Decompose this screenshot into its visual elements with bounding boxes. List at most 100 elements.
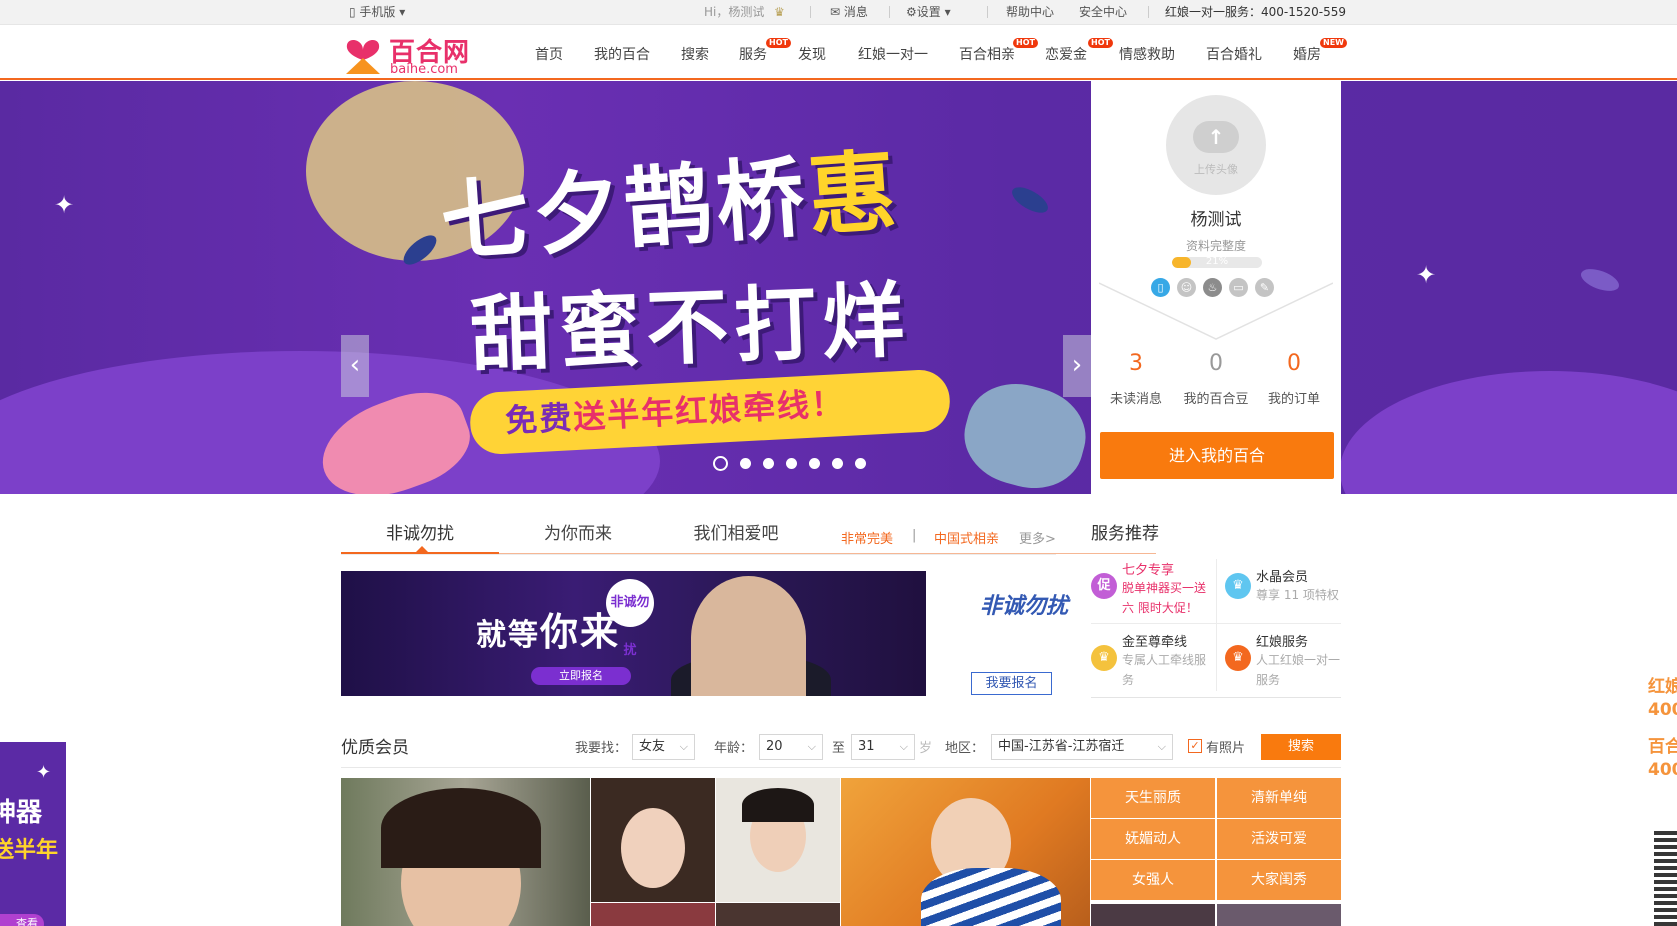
- security-link[interactable]: 安全中心: [1079, 5, 1127, 19]
- banner-title-line2: 甜蜜不打烊: [468, 273, 912, 384]
- avatar-upload-label: 上传头像: [1194, 163, 1238, 176]
- nav-love-fund[interactable]: 恋爱金: [1045, 44, 1087, 64]
- page: ▯ 手机版 ▾ Hi，杨测试 ♛ ✉ 消息 ⚙设置 ▾ 帮助中心 安全中心 红娘…: [0, 0, 1677, 926]
- settings-menu[interactable]: ⚙设置 ▾: [906, 5, 951, 19]
- stat-number: 3: [1129, 351, 1143, 376]
- pagination-dot[interactable]: [855, 458, 866, 469]
- service-qixi[interactable]: 促 七夕专享 脱单神器买一送六 限时大促！: [1091, 553, 1216, 623]
- messages-link[interactable]: ✉ 消息: [830, 5, 868, 19]
- magpie-illustration: [1578, 264, 1622, 296]
- mobile-version-link[interactable]: ▯ 手机版 ▾: [349, 5, 405, 19]
- signup-button[interactable]: 我要报名: [971, 672, 1052, 695]
- service-gold-matchmaking[interactable]: ♛ 金至尊牵线 专属人工牵线服务: [1091, 625, 1216, 695]
- nav-relationship-help[interactable]: 情感救助: [1119, 44, 1175, 64]
- service-matchmaker[interactable]: ♛ 红娘服务 人工红娘一对一服务: [1225, 625, 1350, 695]
- education-verify-icon[interactable]: ✎: [1255, 278, 1274, 297]
- tag-pure[interactable]: 清新单纯: [1217, 778, 1341, 818]
- tab-fcwr[interactable]: 非诚勿扰: [341, 519, 499, 544]
- promo-icon: 促: [1091, 573, 1117, 599]
- pagination-dot[interactable]: [740, 458, 751, 469]
- fire-verify-icon[interactable]: ♨: [1203, 278, 1222, 297]
- banner-title-highlight: 惠: [804, 139, 904, 249]
- services-grid: 促 七夕专享 脱单神器买一送六 限时大促！ ♛ 水晶会员 尊享 11 项特权 ♛…: [1091, 553, 1341, 698]
- member-photo[interactable]: [841, 778, 1090, 926]
- tag-lively[interactable]: 活泼可爱: [1217, 819, 1341, 859]
- link-chinese-blind-date[interactable]: 中国式相亲: [934, 528, 999, 547]
- member-photo[interactable]: [1091, 904, 1215, 926]
- new-badge: NEW: [1320, 38, 1347, 48]
- id-card-verify-icon[interactable]: ▭: [1229, 278, 1248, 297]
- nav-my-baihe[interactable]: 我的百合: [594, 44, 650, 64]
- promo-signup-button[interactable]: 立即报名: [531, 667, 631, 685]
- enter-my-baihe-button[interactable]: 进入我的百合: [1100, 432, 1334, 479]
- pagination-dot[interactable]: [713, 456, 728, 471]
- tab-for-you[interactable]: 为你而来: [499, 519, 657, 544]
- tag-charming[interactable]: 妩媚动人: [1091, 819, 1215, 859]
- left-floating-ad[interactable]: ✦ 神器 送半年 查看: [0, 742, 66, 926]
- link-separator: |: [912, 528, 917, 543]
- nav-wedding-house[interactable]: 婚房: [1293, 44, 1321, 64]
- crown-icon: ♛: [1091, 645, 1117, 671]
- star-icon: ✦: [36, 762, 52, 783]
- stat-unread-messages[interactable]: 3 未读消息: [1097, 351, 1175, 407]
- nav-search[interactable]: 搜索: [681, 44, 709, 64]
- tab-lets-love[interactable]: 我们相爱吧: [657, 519, 815, 544]
- promo-headline: 就等你来: [476, 601, 620, 656]
- nav-discover[interactable]: 发现: [798, 44, 826, 64]
- left-ad-button[interactable]: 查看: [0, 914, 44, 926]
- stat-orders[interactable]: 0 我的订单: [1255, 351, 1333, 407]
- nav-matchmaker[interactable]: 红娘一对一: [858, 44, 928, 64]
- logo-domain: baihe.com: [390, 62, 458, 77]
- tag-natural-beauty[interactable]: 天生丽质: [1091, 778, 1215, 818]
- link-perfect[interactable]: 非常完美: [841, 528, 893, 547]
- service-desc: 尊享 11 项特权: [1256, 588, 1339, 602]
- service-crystal-member[interactable]: ♛ 水晶会员 尊享 11 项特权: [1225, 553, 1350, 623]
- pagination-dot[interactable]: [763, 458, 774, 469]
- logo[interactable]: 百合网 baihe.com: [343, 30, 473, 78]
- identity-verify-icon[interactable]: ☺: [1177, 278, 1196, 297]
- promo-banner[interactable]: 就等你来 非诚勿扰 立即报名: [341, 571, 926, 696]
- age-to-select[interactable]: 31 ⌵: [851, 734, 915, 760]
- has-photo-checkbox[interactable]: ✓: [1188, 739, 1202, 753]
- pagination-dot[interactable]: [809, 458, 820, 469]
- crown-icon: ♛: [1225, 645, 1251, 671]
- looking-for-select[interactable]: 女友 ⌵: [632, 734, 695, 760]
- banner-next-button[interactable]: ›: [1063, 335, 1091, 397]
- service-desc: 专属人工牵线服务: [1122, 653, 1207, 687]
- age-from-select[interactable]: 20 ⌵: [759, 734, 823, 760]
- hero-banner[interactable]: ✦ ✦ 七夕鹊桥惠 甜蜜不打烊 免费送半年红娘牵线！ ‹ ›: [0, 81, 1677, 494]
- help-link[interactable]: 帮助中心: [1006, 5, 1054, 19]
- service-name: 红娘服务: [1256, 635, 1309, 650]
- tag-strong-woman[interactable]: 女强人: [1091, 860, 1215, 900]
- member-face: [621, 808, 685, 888]
- region-select[interactable]: 中国-江苏省-江苏宿迁 ⌵: [991, 734, 1173, 760]
- service-name: 水晶会员: [1256, 570, 1309, 585]
- avatar-upload[interactable]: ↑ 上传头像: [1166, 95, 1266, 195]
- chevron-down-icon: ⌵: [899, 740, 908, 753]
- nav-wedding[interactable]: 百合婚礼: [1206, 44, 1262, 64]
- left-ad-text: 神器: [0, 798, 43, 828]
- top-bar: ▯ 手机版 ▾ Hi，杨测试 ♛ ✉ 消息 ⚙设置 ▾ 帮助中心 安全中心 红娘…: [0, 0, 1677, 25]
- member-tag-grid: 天生丽质 清新单纯 妩媚动人 活泼可爱 女强人 大家闺秀: [1091, 778, 1341, 903]
- stat-beans[interactable]: 0 我的百合豆: [1177, 351, 1255, 407]
- member-photo[interactable]: [716, 903, 840, 926]
- pagination-dot[interactable]: [786, 458, 797, 469]
- pagination-dot[interactable]: [832, 458, 843, 469]
- member-photo[interactable]: [1217, 904, 1341, 926]
- member-search-button[interactable]: 搜索: [1261, 734, 1341, 760]
- nav-service[interactable]: 服务: [739, 44, 767, 64]
- right-floating-ad[interactable]: 红娘 400 百合 400: [1648, 676, 1677, 782]
- member-photo[interactable]: [591, 903, 715, 926]
- arrow-up-icon: ↑: [1207, 125, 1225, 149]
- nav-blind-date[interactable]: 百合相亲: [959, 44, 1015, 64]
- member-photo[interactable]: [591, 778, 715, 902]
- phone-verify-icon[interactable]: ▯: [1151, 278, 1170, 297]
- nav-home[interactable]: 首页: [535, 44, 563, 64]
- member-photo[interactable]: [341, 778, 590, 926]
- looking-for-label: 我要找：: [575, 741, 628, 756]
- member-photo[interactable]: [716, 778, 840, 902]
- banner-prev-button[interactable]: ‹: [341, 335, 369, 397]
- more-link[interactable]: 更多>: [1019, 528, 1056, 547]
- tag-lady[interactable]: 大家闺秀: [1217, 860, 1341, 900]
- greeting: Hi，杨测试: [704, 5, 765, 19]
